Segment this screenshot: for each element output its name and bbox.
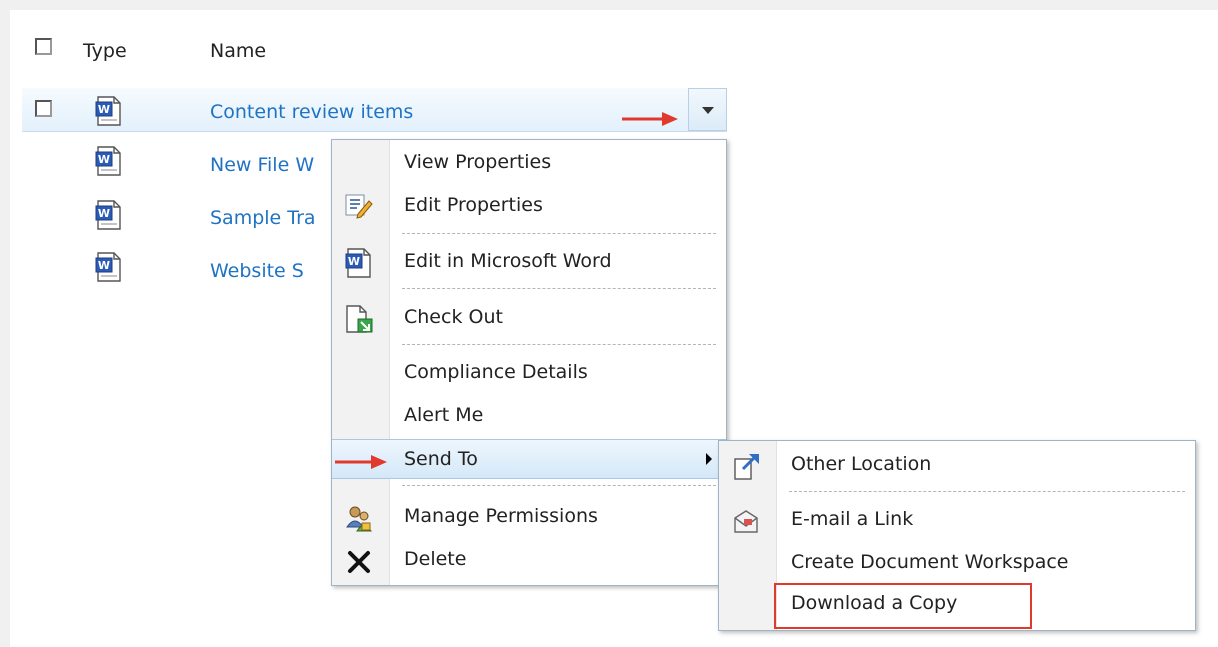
item-dropdown-button[interactable] bbox=[688, 88, 727, 131]
document-link[interactable]: Sample Tra bbox=[210, 207, 330, 229]
email-link-icon bbox=[734, 510, 758, 533]
row-checkbox[interactable] bbox=[35, 100, 52, 117]
permissions-icon bbox=[346, 506, 372, 532]
menu-item-edit-properties[interactable]: Edit Properties bbox=[332, 186, 726, 226]
menu-separator bbox=[402, 233, 716, 234]
select-all-checkbox[interactable] bbox=[35, 38, 52, 55]
delete-icon bbox=[348, 551, 370, 573]
edit-properties-icon bbox=[345, 194, 373, 219]
svg-text:W: W bbox=[98, 103, 110, 116]
word-doc-icon: W bbox=[95, 146, 121, 176]
column-header-type[interactable]: Type bbox=[83, 40, 127, 62]
submenu-item-create-document-workspace[interactable]: Create Document Workspace bbox=[719, 543, 1195, 583]
menu-item-manage-permissions[interactable]: Manage Permissions bbox=[332, 497, 726, 537]
svg-text:W: W bbox=[98, 207, 110, 220]
menu-item-send-to[interactable]: Send To bbox=[332, 439, 726, 479]
document-link[interactable]: Website S bbox=[210, 260, 330, 282]
document-link[interactable]: New File W bbox=[210, 154, 330, 176]
menu-separator bbox=[402, 288, 716, 289]
menu-item-delete[interactable]: Delete bbox=[332, 540, 726, 580]
checkout-icon bbox=[346, 305, 373, 333]
svg-text:W: W bbox=[98, 153, 110, 166]
annotation-arrow bbox=[335, 455, 387, 469]
menu-separator bbox=[402, 485, 716, 486]
document-link[interactable]: Content review items bbox=[210, 101, 413, 123]
column-header-name[interactable]: Name bbox=[210, 40, 266, 62]
submenu-item-email-link[interactable]: E-mail a Link bbox=[719, 500, 1195, 540]
dropdown-arrow-icon bbox=[702, 107, 714, 114]
word-doc-icon: W bbox=[95, 252, 121, 282]
svg-text:W: W bbox=[348, 255, 360, 268]
word-doc-icon: W bbox=[95, 200, 121, 230]
svg-text:W: W bbox=[98, 259, 110, 272]
menu-item-view-properties[interactable]: View Properties bbox=[332, 143, 726, 183]
submenu-item-other-location[interactable]: Other Location bbox=[719, 445, 1195, 485]
menu-separator bbox=[402, 344, 716, 345]
menu-item-compliance-details[interactable]: Compliance Details bbox=[332, 353, 726, 393]
other-location-icon bbox=[734, 454, 759, 480]
menu-item-edit-in-word[interactable]: W Edit in Microsoft Word bbox=[332, 242, 726, 282]
menu-item-alert-me[interactable]: Alert Me bbox=[332, 396, 726, 436]
word-doc-icon: W bbox=[345, 248, 371, 278]
annotation-highlight-box bbox=[774, 583, 1032, 629]
word-doc-icon: W bbox=[95, 96, 121, 126]
item-context-menu: View Properties Edit Properties W Edit i… bbox=[331, 139, 727, 586]
annotation-arrow bbox=[622, 112, 678, 126]
submenu-arrow-icon bbox=[706, 453, 712, 465]
menu-separator bbox=[789, 491, 1185, 492]
menu-item-check-out[interactable]: Check Out bbox=[332, 298, 726, 338]
